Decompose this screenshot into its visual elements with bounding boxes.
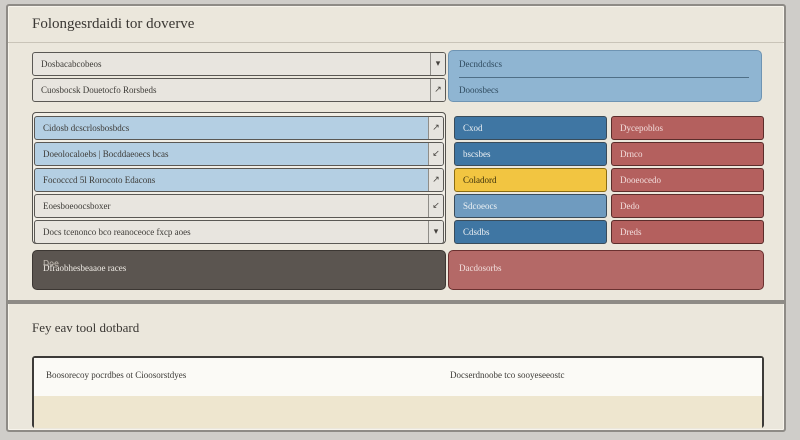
table-cell-right[interactable]: Dooeocedo: [611, 168, 764, 192]
info-card-divider: [459, 77, 749, 78]
details-row[interactable]: Boosorecoy pocrdbes ot Cioosorstdyes Doc…: [34, 358, 762, 398]
table-row[interactable]: Cidosb dcscrlosbosbdcs ↗: [34, 116, 444, 140]
summary-row-mark: Doe: [43, 259, 59, 268]
cell-text: Sdcoeocs: [463, 201, 497, 211]
table-cell-right[interactable]: Dedo: [611, 194, 764, 218]
section-title: Fey eav tool dotbard: [32, 320, 140, 335]
info-card-subtitle: Dooosbecs: [459, 85, 499, 95]
table-row-label: Fococccd 5l Rorocoto Edacons: [43, 175, 156, 185]
title-bar: Folongesrdaidi tor doverve: [8, 6, 784, 43]
top-row-1-label: Dosbacabcobeos: [41, 59, 102, 69]
section-divider: [8, 300, 784, 304]
dropdown-icon[interactable]: ▾: [430, 53, 445, 75]
cell-text: Drnco: [620, 149, 643, 159]
cell-text: Dooeocedo: [620, 175, 661, 185]
arrow-icon[interactable]: ↗: [428, 117, 443, 139]
top-row-1[interactable]: Dosbacabcobeos ▾: [32, 52, 446, 76]
table-cell-right[interactable]: Drnco: [611, 142, 764, 166]
details-right-text: Docserdnoobe tco sooyeseeostc: [450, 370, 565, 380]
dropdown-icon[interactable]: ▾: [428, 221, 443, 243]
arrow-icon[interactable]: ↙: [428, 195, 443, 217]
cell-text: Cxod: [463, 123, 483, 133]
summary-status-text: Dacdosorbs: [459, 263, 502, 273]
summary-row[interactable]: Dfraobhesbeaaoe races Doe: [32, 250, 446, 290]
arrow-icon[interactable]: ↙: [428, 143, 443, 165]
table-row[interactable]: Eoesboeoocsboxer ↙: [34, 194, 444, 218]
cell-text: Dedo: [620, 201, 640, 211]
table-row-label: Cidosb dcscrlosbosbdcs: [43, 123, 130, 133]
arrow-icon[interactable]: ↗: [428, 169, 443, 191]
cell-text: bscsbes: [463, 149, 491, 159]
table-row[interactable]: Fococccd 5l Rorocoto Edacons ↗: [34, 168, 444, 192]
info-card-title: Decndcdscs: [459, 59, 502, 69]
details-box: Boosorecoy pocrdbes ot Cioosorstdyes Doc…: [32, 356, 764, 428]
details-empty-row[interactable]: [34, 396, 762, 428]
table-cell-right[interactable]: Dycepoblos: [611, 116, 764, 140]
cell-text: Cdsdbs: [463, 227, 490, 237]
table-row[interactable]: Docs tcenonco bco reanoceoce fxcp aoes ▾: [34, 220, 444, 244]
summary-status-cell[interactable]: Dacdosorbs: [448, 250, 764, 290]
info-card[interactable]: Decndcdscs Dooosbecs: [448, 50, 762, 102]
cell-text: Dycepoblos: [620, 123, 663, 133]
cell-text: Dreds: [620, 227, 642, 237]
table-cell-mid-highlighted[interactable]: Coladord: [454, 168, 607, 192]
cell-text: Coladord: [463, 175, 497, 185]
table-cell-mid[interactable]: Sdcoeocs: [454, 194, 607, 218]
table-cell-mid[interactable]: Cxod: [454, 116, 607, 140]
main-window: Folongesrdaidi tor doverve Dosbacabcobeo…: [6, 4, 786, 432]
table-cell-mid[interactable]: bscsbes: [454, 142, 607, 166]
table-cell-mid[interactable]: Cdsdbs: [454, 220, 607, 244]
top-row-2-label: Cuosbocsk Douetocfo Rorsbeds: [41, 85, 157, 95]
table-row-label: Docs tcenonco bco reanoceoce fxcp aoes: [43, 227, 191, 237]
details-left-text: Boosorecoy pocrdbes ot Cioosorstdyes: [46, 370, 187, 380]
table-row[interactable]: Doeolocaloebs | Bocddaeoecs bcas ↙: [34, 142, 444, 166]
table-cell-right[interactable]: Dreds: [611, 220, 764, 244]
window-title: Folongesrdaidi tor doverve: [32, 16, 195, 32]
top-row-2[interactable]: Cuosbocsk Douetocfo Rorsbeds ↗: [32, 78, 446, 102]
arrow-icon[interactable]: ↗: [430, 79, 445, 101]
table-row-label: Doeolocaloebs | Bocddaeoecs bcas: [43, 149, 169, 159]
table-row-label: Eoesboeoocsboxer: [43, 201, 111, 211]
